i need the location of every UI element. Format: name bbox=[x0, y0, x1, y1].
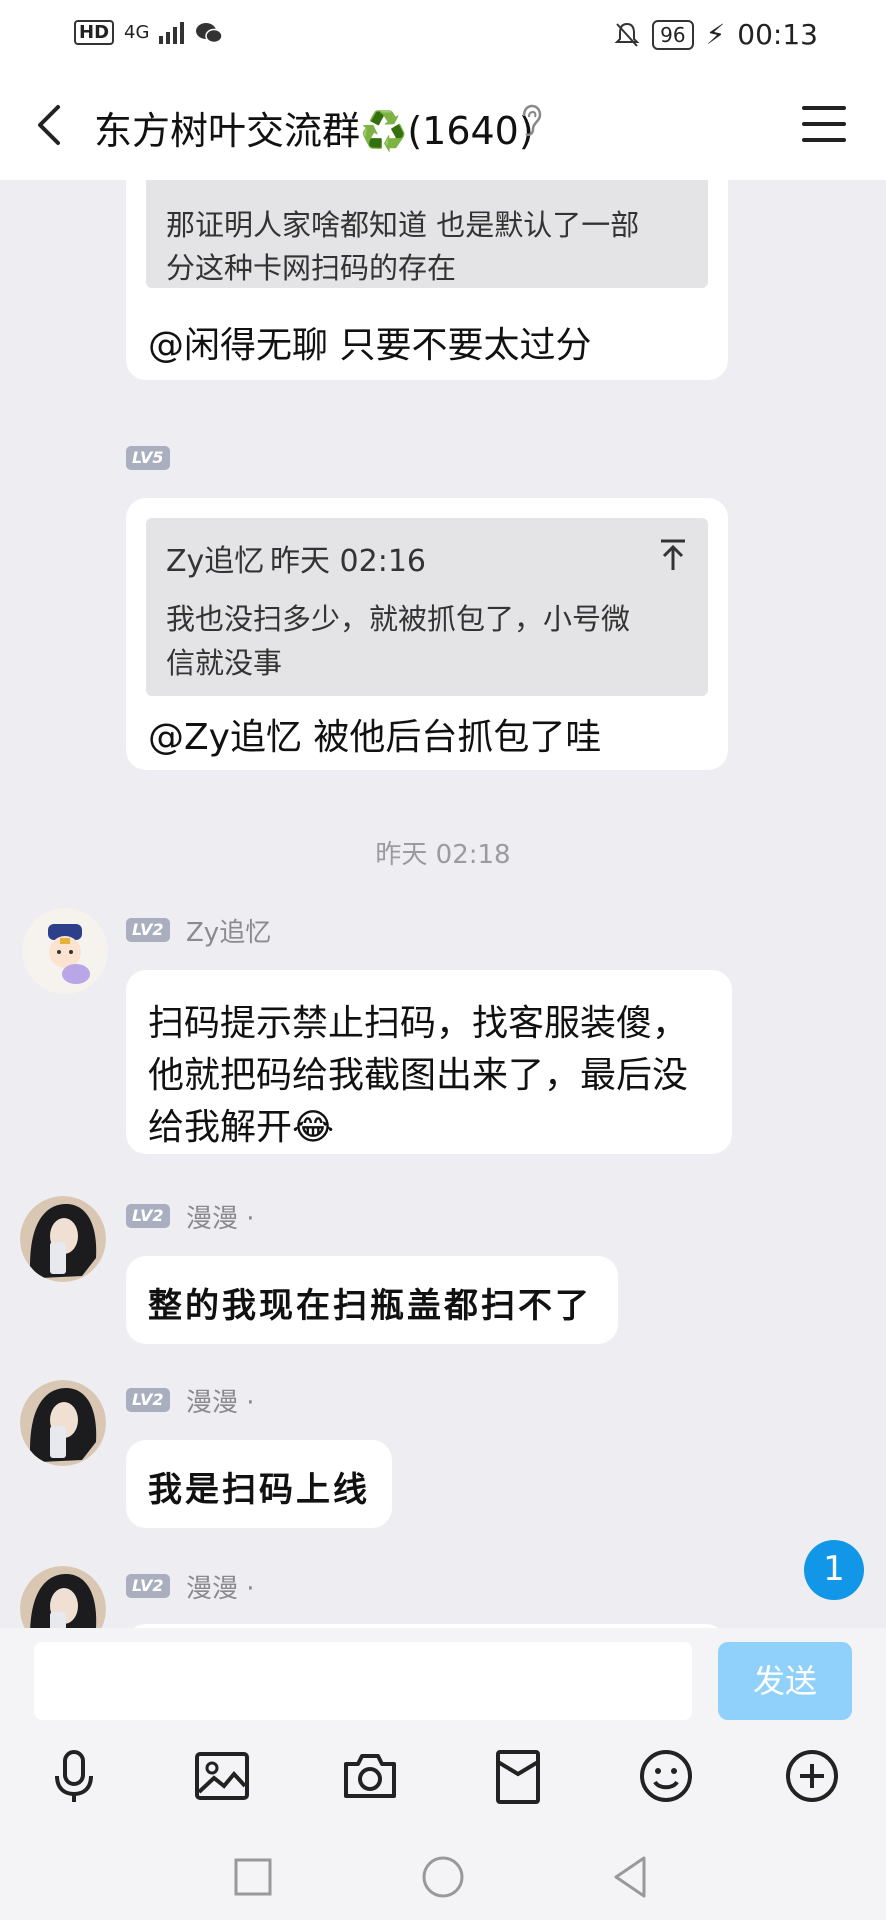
message-bubble[interactable]: 整的我现在扫瓶盖都扫不了 bbox=[126, 1256, 618, 1344]
emoji-icon[interactable] bbox=[636, 1746, 696, 1806]
camera-icon[interactable] bbox=[340, 1746, 400, 1806]
message-bubble[interactable]: Zy追忆 昨天 02:16 我也没扫多少，就被抓包了，小号微 信就没事 @Zy追… bbox=[126, 498, 728, 770]
title-bar: 东方树叶交流群♻️(1640) bbox=[0, 70, 886, 180]
avatar[interactable] bbox=[20, 1380, 106, 1466]
signal-bars-icon bbox=[159, 21, 185, 44]
chat-area[interactable]: 那证明人家啥都知道 也是默认了一部 分这种卡网扫码的存在 @闲得无聊 只要不要太… bbox=[0, 180, 886, 1628]
status-left: HD 4G bbox=[74, 20, 224, 45]
menu-line bbox=[802, 138, 846, 142]
ear-icon bbox=[520, 104, 542, 145]
recent-apps-icon[interactable] bbox=[228, 1852, 278, 1902]
sender-name[interactable]: Zy追忆 bbox=[186, 912, 271, 949]
message-text: 他就把码给我截图出来了，最后没 bbox=[148, 1055, 689, 1096]
quoted-message[interactable]: Zy追忆 昨天 02:16 我也没扫多少，就被抓包了，小号微 信就没事 bbox=[146, 518, 708, 696]
wechat-icon bbox=[196, 22, 224, 43]
jump-up-icon[interactable] bbox=[658, 538, 688, 572]
message-bubble[interactable]: 我是扫码上线 bbox=[126, 1440, 392, 1528]
plus-icon[interactable] bbox=[782, 1746, 842, 1806]
quote-text: 信就没事 bbox=[166, 646, 283, 680]
message-text: 我是扫码上线 bbox=[148, 1470, 370, 1510]
avatar[interactable] bbox=[20, 1566, 106, 1628]
unread-badge[interactable]: 1 bbox=[804, 1540, 864, 1600]
time-divider: 昨天 02:18 bbox=[375, 840, 511, 870]
battery-icon: 96 bbox=[652, 19, 694, 50]
quote-author: Zy追忆 bbox=[166, 544, 265, 579]
level-badge: LV5 bbox=[126, 446, 170, 470]
hd-indicator: HD bbox=[74, 20, 115, 45]
clock: 00:13 bbox=[737, 18, 818, 51]
mute-bell-icon bbox=[614, 22, 640, 47]
message-text: 整的我现在扫瓶盖都扫不了 bbox=[148, 1286, 592, 1326]
home-icon[interactable] bbox=[418, 1852, 468, 1902]
message-input[interactable] bbox=[34, 1642, 692, 1720]
message-bubble[interactable]: 扫码提示禁止扫码，找客服装傻， 他就把码给我截图出来了，最后没 给我解开😂 bbox=[126, 970, 732, 1154]
system-nav-bar bbox=[0, 1838, 886, 1920]
message-text: 扫码提示禁止扫码，找客服装傻， bbox=[148, 1003, 689, 1044]
level-badge: LV2 bbox=[126, 1388, 170, 1412]
menu-button[interactable] bbox=[802, 106, 846, 146]
status-bar: HD 4G 96 ⚡ 00:13 bbox=[0, 0, 886, 70]
chevron-left-icon bbox=[38, 105, 60, 145]
quote-text: 我也没扫多少，就被抓包了，小号微 bbox=[166, 602, 631, 636]
status-right: 96 ⚡ 00:13 bbox=[614, 18, 818, 51]
group-title: 东方树叶交流群♻️(1640) bbox=[94, 109, 534, 153]
input-area: 发送 bbox=[0, 1628, 886, 1920]
quoted-message[interactable]: 那证明人家啥都知道 也是默认了一部 分这种卡网扫码的存在 bbox=[146, 180, 708, 288]
quote-text: 分这种卡网扫码的存在 bbox=[166, 251, 457, 285]
level-badge: LV2 bbox=[126, 1204, 170, 1228]
image-icon[interactable] bbox=[192, 1746, 252, 1806]
message-bubble[interactable]: 那证明人家啥都知道 也是默认了一部 分这种卡网扫码的存在 @闲得无聊 只要不要太… bbox=[126, 180, 728, 380]
menu-line bbox=[802, 106, 846, 110]
avatar[interactable] bbox=[22, 908, 108, 994]
sender-name[interactable]: 漫漫 · bbox=[186, 1198, 255, 1235]
red-packet-icon[interactable] bbox=[488, 1746, 548, 1806]
quote-text: 那证明人家啥都知道 也是默认了一部 bbox=[166, 208, 640, 242]
signal-icon: 4G bbox=[124, 22, 150, 43]
avatar[interactable] bbox=[20, 1196, 106, 1282]
level-badge: LV2 bbox=[126, 918, 170, 942]
sender-name[interactable]: 漫漫 · bbox=[186, 1382, 255, 1419]
message-text: 给我解开😂 bbox=[148, 1107, 335, 1148]
quote-time: 昨天 02:16 bbox=[270, 544, 426, 579]
level-badge: LV2 bbox=[126, 1574, 170, 1598]
message-text: @Zy追忆 被他后台抓包了哇 bbox=[148, 717, 602, 758]
message-text: @闲得无聊 只要不要太过分 bbox=[148, 325, 592, 366]
back-nav-icon[interactable] bbox=[606, 1852, 656, 1902]
send-button[interactable]: 发送 bbox=[718, 1642, 852, 1720]
microphone-icon[interactable] bbox=[44, 1746, 104, 1806]
sender-name[interactable]: 漫漫 · bbox=[186, 1568, 255, 1605]
charging-icon: ⚡ bbox=[705, 18, 726, 51]
menu-line bbox=[802, 122, 846, 126]
back-button[interactable] bbox=[30, 100, 70, 150]
toolbar bbox=[0, 1728, 886, 1828]
